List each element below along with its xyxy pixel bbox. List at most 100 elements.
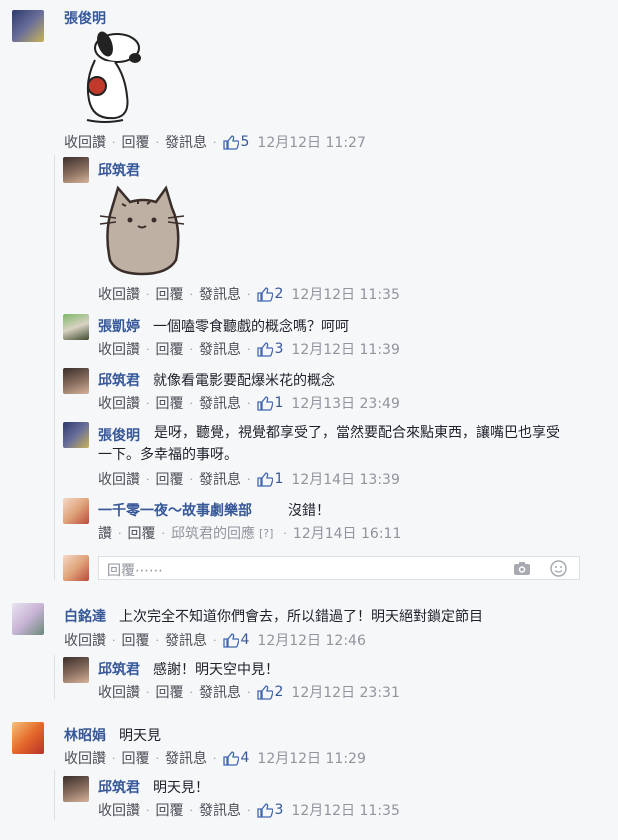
reply-text: 是呀，聽覺，視覺都享受了，當然要配合來點東西，讓嘴巴也享受一下。多幸福的事呀。 xyxy=(98,425,560,463)
reply-actions: 收回讚 · 回覆 · 發訊息 · 1 12月13日 23:49 xyxy=(98,393,400,413)
avatar xyxy=(63,555,89,581)
message-link[interactable]: 發訊息 xyxy=(199,284,241,304)
avatar[interactable] xyxy=(12,722,44,754)
like-count[interactable]: 2 xyxy=(256,684,283,700)
unlike-link[interactable]: 收回讚 xyxy=(64,132,106,152)
thumbs-up-icon xyxy=(256,395,273,411)
reply-link[interactable]: 回覆 xyxy=(122,748,150,768)
message-link[interactable]: 發訊息 xyxy=(199,800,241,820)
like-count[interactable]: 3 xyxy=(256,341,283,357)
unlike-link[interactable]: 收回讚 xyxy=(64,630,106,650)
message-link[interactable]: 發訊息 xyxy=(199,393,241,413)
avatar[interactable] xyxy=(12,603,44,635)
unlike-link[interactable]: 收回讚 xyxy=(98,469,140,489)
timestamp[interactable]: 12月12日 11:27 xyxy=(257,132,365,152)
like-count[interactable]: 3 xyxy=(256,802,283,818)
timestamp[interactable]: 12月14日 13:39 xyxy=(291,469,399,489)
like-count[interactable]: 4 xyxy=(222,750,249,766)
comment-author[interactable]: 張俊明 xyxy=(64,8,106,28)
unlike-link[interactable]: 收回讚 xyxy=(98,800,140,820)
reply-text: 一個嗑零食聽戲的概念嗎？呵呵 xyxy=(153,319,349,335)
unlike-link[interactable]: 收回讚 xyxy=(64,748,106,768)
timestamp[interactable]: 12月14日 16:11 xyxy=(293,523,401,543)
message-link[interactable]: 發訊息 xyxy=(165,748,207,768)
thumbs-up-icon xyxy=(256,341,273,357)
reply-link[interactable]: 回覆 xyxy=(156,682,184,702)
timestamp[interactable]: 12月12日 23:31 xyxy=(291,682,399,702)
comment-actions: 收回讚 · 回覆 · 發訊息 · 5 12月12日 11:27 xyxy=(64,132,366,152)
timestamp[interactable]: 12月13日 23:49 xyxy=(291,393,399,413)
thumbs-up-icon xyxy=(256,802,273,818)
timestamp[interactable]: 12月12日 11:35 xyxy=(291,284,399,304)
reply-link[interactable]: 回覆 xyxy=(128,523,156,543)
unlike-link[interactable]: 收回讚 xyxy=(98,284,140,304)
reply-text: 沒錯！ xyxy=(288,503,330,519)
thumbs-up-icon xyxy=(256,684,273,700)
reply-input[interactable]: 回覆⋯⋯ xyxy=(98,556,580,580)
avatar[interactable] xyxy=(63,657,89,683)
thumbs-up-icon xyxy=(256,286,273,302)
avatar[interactable] xyxy=(63,498,89,524)
reply-author[interactable]: 張凱婷 xyxy=(98,316,140,336)
unlike-link[interactable]: 收回讚 xyxy=(98,682,140,702)
reply-link[interactable]: 回覆 xyxy=(156,284,184,304)
timestamp[interactable]: 12月12日 12:46 xyxy=(257,630,365,650)
reply-link[interactable]: 回覆 xyxy=(156,469,184,489)
message-link[interactable]: 發訊息 xyxy=(165,132,207,152)
timestamp[interactable]: 12月12日 11:39 xyxy=(291,339,399,359)
reply-link[interactable]: 回覆 xyxy=(122,132,150,152)
like-count[interactable]: 2 xyxy=(256,286,283,302)
like-count[interactable]: 5 xyxy=(222,134,249,150)
like-count[interactable]: 1 xyxy=(256,395,283,411)
reply-author[interactable]: 邱筑君 xyxy=(98,160,140,180)
avatar[interactable] xyxy=(63,314,89,340)
like-count[interactable]: 1 xyxy=(256,471,283,487)
reply-author[interactable]: 邱筑君 xyxy=(98,370,140,390)
like-count[interactable]: 4 xyxy=(222,632,249,648)
reply-author[interactable]: 邱筑君 xyxy=(98,659,140,679)
comment-author[interactable]: 白銘達 xyxy=(64,606,106,626)
reply-actions: 收回讚 · 回覆 · 發訊息 · 2 12月12日 11:35 xyxy=(98,284,400,304)
unlike-link[interactable]: 收回讚 xyxy=(98,339,140,359)
reply-to-link[interactable]: 邱筑君的回應 xyxy=(171,523,255,543)
reply-author[interactable]: 一千零一夜～故事劇樂部 xyxy=(98,500,252,520)
avatar[interactable] xyxy=(63,422,89,448)
like-link[interactable]: 讚 xyxy=(98,523,112,543)
reply-text: 就像看電影要配爆米花的概念 xyxy=(153,373,335,389)
thread-line xyxy=(54,155,55,580)
comment-text: 明天見 xyxy=(119,728,161,744)
unlike-link[interactable]: 收回讚 xyxy=(98,393,140,413)
thumbs-up-icon xyxy=(222,750,239,766)
reply-actions: 收回讚 · 回覆 · 發訊息 · 1 12月14日 13:39 xyxy=(98,469,400,489)
comment-actions: 收回讚 · 回覆 · 發訊息 · 4 12月12日 12:46 xyxy=(64,630,366,650)
message-link[interactable]: 發訊息 xyxy=(199,469,241,489)
thumbs-up-icon xyxy=(222,134,239,150)
avatar[interactable] xyxy=(12,10,44,42)
reply-actions: 收回讚 · 回覆 · 發訊息 · 2 12月12日 23:31 xyxy=(98,682,400,702)
reply-actions: 讚 · 回覆 · 邱筑君的回應 [?] · 12月14日 16:11 xyxy=(98,523,401,543)
avatar[interactable] xyxy=(63,157,89,183)
reply-text: 感謝！明天空中見！ xyxy=(153,662,279,678)
help-icon: [?] xyxy=(259,526,274,540)
reply-actions: 收回讚 · 回覆 · 發訊息 · 3 12月12日 11:35 xyxy=(98,800,400,820)
reply-link[interactable]: 回覆 xyxy=(156,800,184,820)
reply-link[interactable]: 回覆 xyxy=(156,339,184,359)
timestamp[interactable]: 12月12日 11:29 xyxy=(257,748,365,768)
avatar[interactable] xyxy=(63,368,89,394)
timestamp[interactable]: 12月12日 11:35 xyxy=(291,800,399,820)
message-link[interactable]: 發訊息 xyxy=(199,682,241,702)
reply-author[interactable]: 邱筑君 xyxy=(98,777,140,797)
reply-actions: 收回讚 · 回覆 · 發訊息 · 3 12月12日 11:39 xyxy=(98,339,400,359)
camera-icon[interactable] xyxy=(513,561,531,576)
reply-link[interactable]: 回覆 xyxy=(156,393,184,413)
comment-author[interactable]: 林昭娟 xyxy=(64,725,106,745)
thumbs-up-icon xyxy=(256,471,273,487)
snoopy-sticker xyxy=(86,31,141,123)
reply-link[interactable]: 回覆 xyxy=(122,630,150,650)
message-link[interactable]: 發訊息 xyxy=(199,339,241,359)
avatar[interactable] xyxy=(63,776,89,802)
thread-line xyxy=(54,655,55,699)
emoji-icon[interactable] xyxy=(550,560,567,577)
cat-sticker xyxy=(99,185,185,276)
message-link[interactable]: 發訊息 xyxy=(165,630,207,650)
